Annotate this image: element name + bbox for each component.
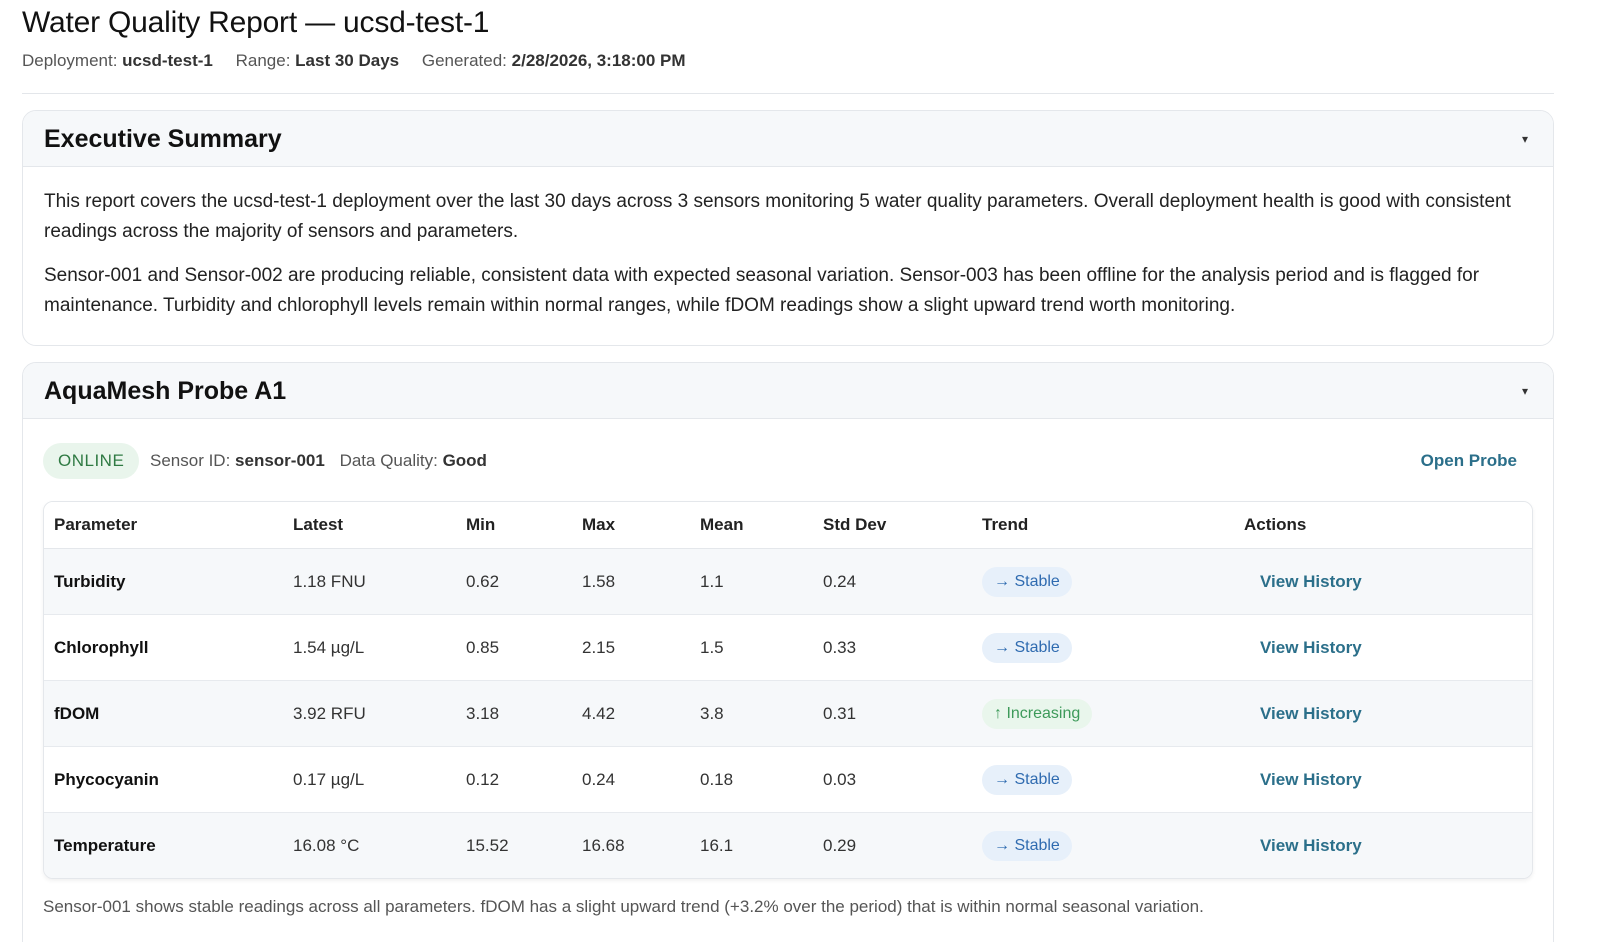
range-label: Range: [235,51,291,70]
sensor-meta: Sensor ID: sensor-001 Data Quality: Good [150,443,487,479]
parameter-table: Parameter Latest Min Max Mean Std Dev Tr… [44,502,1532,878]
cell-actions: View History [1234,548,1532,615]
cell-std-dev: 0.24 [813,548,972,615]
cell-actions: View History [1234,746,1532,813]
cell-mean: 3.8 [690,680,813,747]
trend-badge-stable: → Stable [982,830,1072,861]
cell-latest: 1.18 FNU [283,548,456,615]
report-meta: Deployment: ucsd-test-1 Range: Last 30 D… [22,50,1554,72]
cell-parameter: Temperature [44,812,283,878]
view-history-link[interactable]: View History [1260,704,1362,723]
open-probe-link[interactable]: Open Probe [1421,443,1517,479]
cell-max: 4.42 [572,680,690,747]
page-title: Water Quality Report — ucsd-test-1 [22,6,490,39]
trend-badge-stable: → Stable [982,632,1072,663]
trend-badge-stable: → Stable [982,566,1072,597]
cell-trend: → Stable [972,614,1234,681]
cell-std-dev: 0.31 [813,680,972,747]
cell-min: 0.85 [456,614,572,681]
cell-min: 3.18 [456,680,572,747]
cell-min: 0.12 [456,746,572,813]
cell-min: 15.52 [456,812,572,878]
deployment-meta: Deployment: ucsd-test-1 [22,51,213,70]
column-header-actions: Actions [1234,502,1532,549]
column-header-latest: Latest [283,502,456,549]
status-badge: ONLINE [43,443,140,479]
generated-meta: Generated: 2/28/2026, 3:18:00 PM [422,51,686,70]
generated-label: Generated: [421,51,507,70]
column-header-max: Max [572,502,690,549]
cell-std-dev: 0.29 [813,812,972,878]
trend-badge-stable: → Stable [982,764,1072,795]
view-history-link[interactable]: View History [1260,770,1362,789]
cell-mean: 1.1 [690,548,813,615]
table-row: fDOM 3.92 RFU 3.18 4.42 3.8 0.31 ↑ Incre… [44,680,1532,747]
cell-parameter: Phycocyanin [44,746,283,813]
cell-parameter: Turbidity [44,548,283,615]
table-row: Phycocyanin 0.17 µg/L 0.12 0.24 0.18 0.0… [44,746,1532,813]
summary-paragraph-2: Sensor-001 and Sensor-002 are producing … [44,265,1480,316]
cell-actions: View History [1234,680,1532,747]
cell-trend: → Stable [972,548,1234,615]
deployment-label: Deployment: [22,51,118,70]
probe-card: AquaMesh Probe A1 ▾ ONLINE Sensor ID: se… [22,362,1554,942]
cell-std-dev: 0.03 [813,746,972,813]
cell-actions: View History [1234,614,1532,681]
column-header-std-dev: Std Dev [813,502,972,549]
table-row: Turbidity 1.18 FNU 0.62 1.58 1.1 0.24 → … [44,548,1532,615]
cell-parameter: Chlorophyll [44,614,283,681]
sensor-id-label: Sensor ID: [150,451,231,470]
executive-summary-title: Executive Summary [44,125,282,153]
data-quality-value: Good [442,451,487,470]
column-header-mean: Mean [690,502,813,549]
cell-max: 0.24 [572,746,690,813]
range-meta: Range: Last 30 Days [236,51,400,70]
column-header-parameter: Parameter [44,502,283,549]
table-row: Chlorophyll 1.54 µg/L 0.85 2.15 1.5 0.33… [44,614,1532,681]
cell-trend: → Stable [972,746,1234,813]
cell-max: 1.58 [572,548,690,615]
probe-summary-note: Sensor-001 shows stable readings across … [43,897,1204,916]
executive-summary-body: This report covers the ucsd-test-1 deplo… [23,167,1553,321]
executive-summary-card: Executive Summary ▾ This report covers t… [22,110,1554,346]
cell-mean: 16.1 [690,812,813,878]
chevron-down-icon[interactable]: ▾ [1515,381,1535,401]
cell-latest: 16.08 °C [283,812,456,878]
report-header: Water Quality Report — ucsd-test-1 Deplo… [22,0,1554,94]
column-header-min: Min [456,502,572,549]
cell-max: 2.15 [572,614,690,681]
cell-trend: → Stable [972,812,1234,878]
report-page: Water Quality Report — ucsd-test-1 Deplo… [0,0,1600,942]
chevron-down-icon[interactable]: ▾ [1515,129,1535,149]
cell-parameter: fDOM [44,680,283,747]
cell-actions: View History [1234,812,1532,878]
view-history-link[interactable]: View History [1260,572,1362,591]
column-header-trend: Trend [972,502,1234,549]
cell-max: 16.68 [572,812,690,878]
parameter-table-container: Parameter Latest Min Max Mean Std Dev Tr… [43,501,1533,879]
cell-min: 0.62 [456,548,572,615]
generated-value: 2/28/2026, 3:18:00 PM [511,51,686,70]
table-header-row: Parameter Latest Min Max Mean Std Dev Tr… [44,502,1532,549]
summary-paragraph-1: This report covers the ucsd-test-1 deplo… [44,191,1511,242]
cell-mean: 0.18 [690,746,813,813]
cell-std-dev: 0.33 [813,614,972,681]
trend-badge-increasing: ↑ Increasing [982,698,1093,729]
view-history-link[interactable]: View History [1260,638,1362,657]
cell-latest: 1.54 µg/L [283,614,456,681]
probe-status-row: ONLINE Sensor ID: sensor-001 Data Qualit… [23,419,1553,499]
cell-latest: 3.92 RFU [283,680,456,747]
cell-mean: 1.5 [690,614,813,681]
cell-latest: 0.17 µg/L [283,746,456,813]
data-quality-label: Data Quality: [339,451,438,470]
probe-title: AquaMesh Probe A1 [44,377,287,405]
table-row: Temperature 16.08 °C 15.52 16.68 16.1 0.… [44,812,1532,878]
executive-summary-header[interactable]: Executive Summary ▾ [23,111,1553,167]
cell-trend: ↑ Increasing [972,680,1234,747]
range-value: Last 30 Days [295,51,400,70]
view-history-link[interactable]: View History [1260,836,1362,855]
probe-header[interactable]: AquaMesh Probe A1 ▾ [23,363,1553,419]
deployment-value: ucsd-test-1 [122,51,213,70]
sensor-id-value: sensor-001 [235,451,325,470]
